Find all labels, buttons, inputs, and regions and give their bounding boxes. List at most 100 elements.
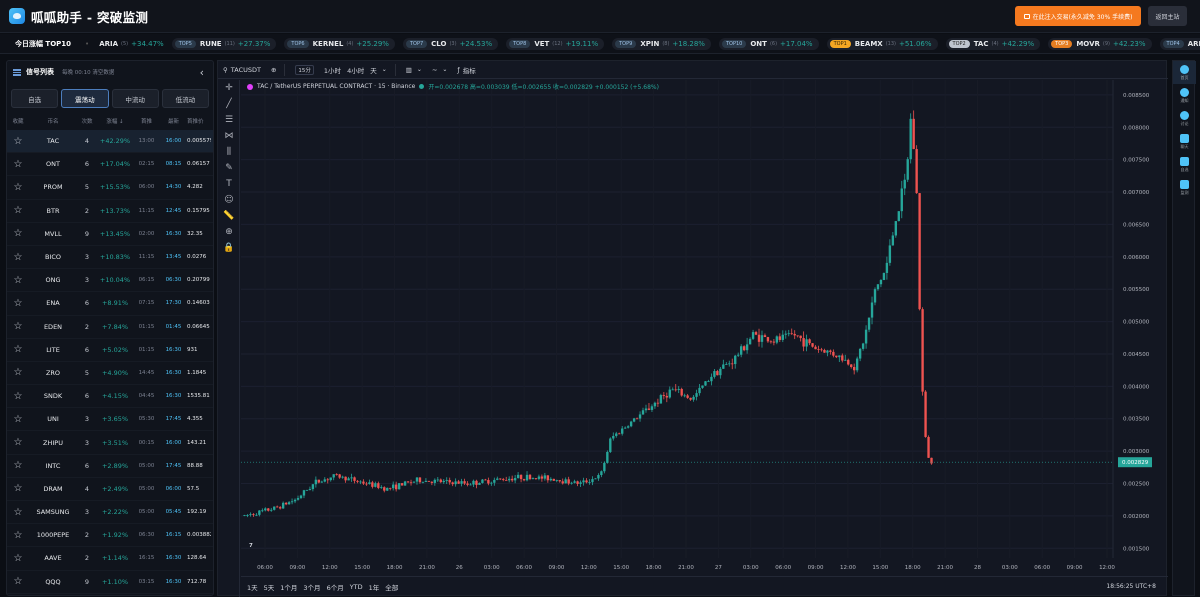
- compare-plus-icon[interactable]: ⊕: [271, 66, 276, 74]
- line-type-chevron-icon[interactable]: ⌄: [442, 66, 447, 73]
- fib-icon[interactable]: ⫼: [218, 144, 240, 160]
- collapse-chevron-icon[interactable]: ‹: [200, 66, 204, 79]
- star-icon[interactable]: ☆: [7, 483, 29, 494]
- ticker-item[interactable]: TOP10 ONT (6) +17.04%: [718, 37, 819, 50]
- column-header[interactable]: 涨幅 ↓: [97, 117, 133, 125]
- range-2[interactable]: 1个月: [280, 582, 297, 592]
- range-4[interactable]: 6个月: [327, 582, 344, 592]
- rail-item[interactable]: 通知: [1173, 84, 1196, 107]
- tab-liquidity-0[interactable]: 自选: [11, 89, 59, 108]
- indicators-button[interactable]: 指标: [463, 65, 476, 75]
- rail-item[interactable]: 讨论: [1173, 107, 1196, 130]
- pattern-icon[interactable]: ⋈: [218, 128, 240, 144]
- star-icon[interactable]: ☆: [7, 530, 29, 541]
- horizontal-lines-icon[interactable]: ☰: [218, 112, 240, 128]
- ticker-item[interactable]: TOP9 XPIN (8) +18.28%: [612, 37, 711, 50]
- candle-type-icon[interactable]: ▥: [406, 66, 412, 74]
- ticker-item[interactable]: TOP3 MOVR (9) +42.23%: [1048, 37, 1152, 50]
- trendline-icon[interactable]: ╱: [218, 96, 240, 112]
- star-icon[interactable]: ☆: [7, 391, 29, 402]
- star-icon[interactable]: ☆: [7, 275, 29, 286]
- emoji-icon[interactable]: ☺: [218, 192, 240, 208]
- range-0[interactable]: 1天: [247, 582, 258, 592]
- star-icon[interactable]: ☆: [7, 321, 29, 332]
- interval-1d[interactable]: 天: [370, 65, 377, 75]
- home-button[interactable]: 返回主站: [1148, 6, 1187, 26]
- table-row[interactable]: ☆ ENA 6 +8.91% 07:15 17:30 0.14603: [7, 292, 213, 316]
- table-row[interactable]: ☆ QQQ 9 +1.10% 03:15 16:30 712.78: [7, 571, 213, 594]
- range-1[interactable]: 5天: [264, 582, 275, 592]
- ticker-item[interactable]: TOP5 RUNE (11) +27.37%: [171, 37, 277, 50]
- interval-dropdown-chevron-icon[interactable]: ⌄: [382, 66, 387, 73]
- range-6[interactable]: 1年: [369, 582, 380, 592]
- table-row[interactable]: ☆ ZHIPU 3 +3.51% 00:15 16:00 143.21: [7, 431, 213, 455]
- star-icon[interactable]: ☆: [7, 460, 29, 471]
- table-row[interactable]: ☆ TAC 4 +42.29% 13:00 16:00 0.005579: [7, 130, 213, 154]
- line-type-icon[interactable]: ∼: [432, 66, 437, 74]
- range-5[interactable]: YTD: [350, 583, 363, 591]
- table-row[interactable]: ☆ SAMSUNG 3 +2.22% 05:00 05:45 192.19: [7, 501, 213, 525]
- lock-icon[interactable]: 🔒: [218, 240, 240, 256]
- text-icon[interactable]: T: [218, 176, 240, 192]
- table-row[interactable]: ☆ ONT 6 +17.04% 02:15 08:15 0.06157: [7, 153, 213, 177]
- table-row[interactable]: ☆ INTC 6 +2.89% 05:00 17:45 88.88: [7, 455, 213, 478]
- table-row[interactable]: ☆ MVLL 9 +13.45% 02:00 16:30 32.35: [7, 223, 213, 246]
- candle-type-chevron-icon[interactable]: ⌄: [417, 66, 422, 73]
- star-icon[interactable]: ☆: [7, 367, 29, 378]
- table-row[interactable]: ☆ DRAM 4 +2.49% 05:00 06:00 57.5: [7, 478, 213, 501]
- candlestick-chart-svg[interactable]: 0.001500 0.002000 0.002500 0.003000 0.003500…: [241, 80, 1168, 578]
- rail-item[interactable]: 自选: [1173, 153, 1196, 176]
- ticker-item[interactable]: TOP4ARIA(5)+34.47%: [1159, 37, 1200, 50]
- indicators-icon[interactable]: ƒ: [457, 66, 459, 74]
- table-row[interactable]: ☆ BICO 3 +10.83% 11:15 13:45 0.0276: [7, 246, 213, 270]
- tab-liquidity-3[interactable]: 低流动: [161, 89, 209, 108]
- rail-item[interactable]: 聊天: [1173, 130, 1196, 153]
- star-icon[interactable]: ☆: [7, 553, 29, 564]
- interval-4h[interactable]: 4小时: [347, 65, 364, 75]
- tab-liquidity-1[interactable]: 震荡动: [61, 89, 109, 108]
- table-row[interactable]: ☆ EDEN 2 +7.84% 01:15 01:45 0.06645: [7, 316, 213, 339]
- ruler-icon[interactable]: 📏: [218, 208, 240, 224]
- table-row[interactable]: ☆ BTR 2 +13.73% 11:15 12:45 0.15795: [7, 200, 213, 223]
- table-row[interactable]: ☆ UNI 3 +3.65% 05:30 17:45 4.355: [7, 408, 213, 432]
- price-chart[interactable]: 0.001500 0.002000 0.002500 0.003000 0.003500…: [241, 80, 1168, 578]
- table-row[interactable]: ☆ 1000PEPE 2 +1.92% 06:30 16:15 0.003882: [7, 524, 213, 548]
- star-icon[interactable]: ☆: [7, 298, 29, 309]
- rail-item[interactable]: 监测: [1173, 176, 1196, 199]
- ticker-item[interactable]: ARIA (5) +34.47%: [99, 40, 164, 48]
- eye-icon[interactable]: [419, 84, 425, 89]
- rail-item[interactable]: 首页: [1173, 61, 1196, 84]
- star-icon[interactable]: ☆: [7, 205, 29, 216]
- promo-button[interactable]: 在此注入交易(永久减免 30% 手续费): [1015, 6, 1141, 26]
- star-icon[interactable]: ☆: [7, 344, 29, 355]
- ticker-item[interactable]: TOP6 KERNEL (4) +25.29%: [284, 37, 395, 50]
- table-row[interactable]: ☆ PROM 5 +15.53% 06:00 14:30 4.282: [7, 176, 213, 200]
- star-icon[interactable]: ☆: [7, 252, 29, 263]
- interval-1h[interactable]: 1小时: [324, 65, 341, 75]
- table-row[interactable]: ☆ ZRO 5 +4.90% 14:45 16:30 1.1845: [7, 362, 213, 386]
- ticker-item[interactable]: TOP2 TAC (4) +42.29%: [945, 37, 1041, 50]
- star-icon[interactable]: ☆: [7, 576, 29, 587]
- star-icon[interactable]: ☆: [7, 437, 29, 448]
- star-icon[interactable]: ☆: [7, 182, 29, 193]
- star-icon[interactable]: ☆: [7, 136, 29, 147]
- symbol-search[interactable]: ⚲ TACUSDT: [223, 66, 261, 74]
- star-icon[interactable]: ☆: [7, 228, 29, 239]
- crosshair-icon[interactable]: ✛: [218, 80, 240, 96]
- star-icon[interactable]: ☆: [7, 159, 29, 170]
- range-7[interactable]: 全部: [385, 582, 398, 592]
- star-icon[interactable]: ☆: [7, 507, 29, 518]
- table-row[interactable]: ☆ SNDK 6 +4.15% 04:45 16:30 1535.81: [7, 385, 213, 409]
- brush-icon[interactable]: ✎: [218, 160, 240, 176]
- ticker-item[interactable]: TOP8 VET (12) +19.11%: [506, 37, 605, 50]
- ticker-item[interactable]: TOP7 CLO (3) +24.53%: [402, 37, 499, 50]
- interval-15m[interactable]: 15分: [295, 64, 314, 75]
- ticker-item[interactable]: TOP1 BEAMX (13) +51.06%: [826, 37, 938, 50]
- table-row[interactable]: ☆ AAVE 2 +1.14% 16:15 16:30 128.64: [7, 547, 213, 571]
- tab-liquidity-2[interactable]: 中流动: [111, 89, 159, 108]
- table-row[interactable]: ☆ ONG 3 +10.04% 06:15 06:30 0.20799: [7, 269, 213, 293]
- table-row[interactable]: ☆ LITE 6 +5.02% 01:15 16:30 931: [7, 339, 213, 362]
- range-3[interactable]: 3个月: [303, 582, 320, 592]
- star-icon[interactable]: ☆: [7, 414, 29, 425]
- zoom-icon[interactable]: ⊕: [218, 224, 240, 240]
